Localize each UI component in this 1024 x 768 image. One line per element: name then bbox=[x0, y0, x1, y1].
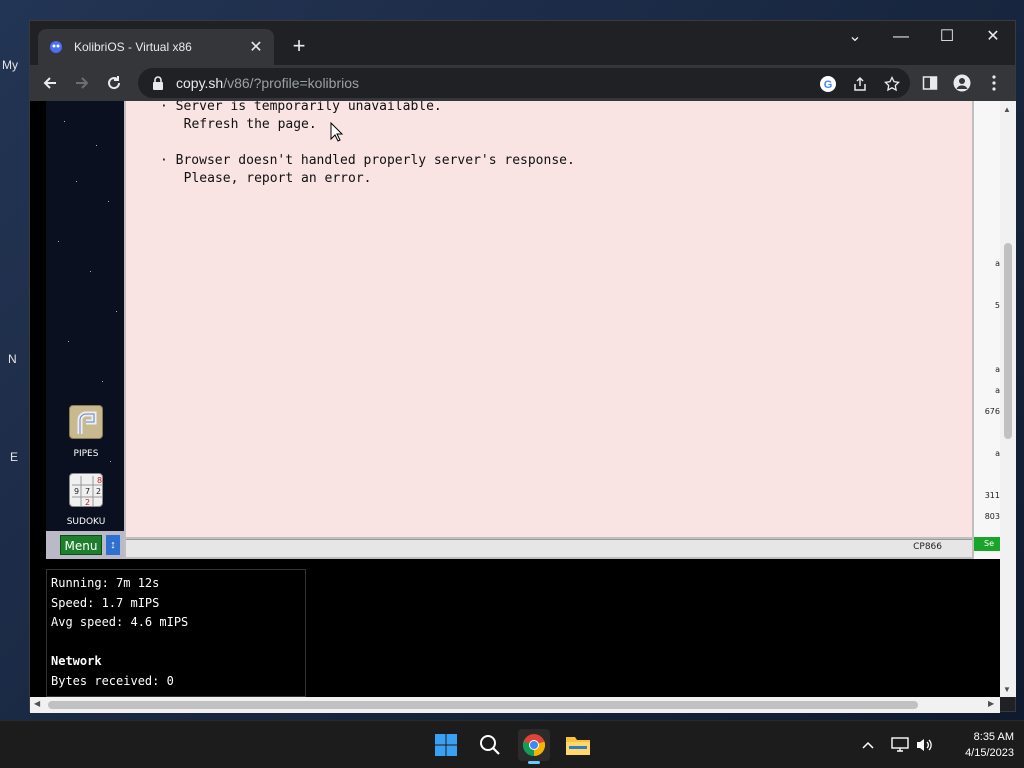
svg-text:G: G bbox=[824, 79, 833, 91]
chevron-up-icon[interactable] bbox=[858, 735, 878, 755]
encoding-label[interactable]: CP866 bbox=[913, 542, 942, 552]
kolibri-taskbar: Menu ↕ bbox=[46, 531, 124, 559]
minimize-icon[interactable]: — bbox=[886, 25, 916, 49]
emulator-screen[interactable]: PIPES 89722 SUDOKU · Server is temporari… bbox=[46, 101, 1000, 559]
emulator-info-panel: Running: 7m 12s Speed: 1.7 mIPS Avg spee… bbox=[46, 569, 306, 697]
google-icon[interactable]: G bbox=[818, 74, 838, 94]
speed-value: Speed: 1.7 mIPS bbox=[51, 595, 160, 610]
message-line: · Server is temporarily unavailable. bbox=[160, 101, 442, 114]
forward-icon[interactable] bbox=[70, 71, 94, 95]
reload-icon[interactable] bbox=[102, 71, 126, 95]
pipes-desktop-icon[interactable]: PIPES bbox=[56, 405, 116, 459]
kolibri-status-bar: CP866 bbox=[126, 539, 972, 557]
side-value: 311 bbox=[984, 491, 1000, 500]
tab-title: KolibriOS - Virtual x86 bbox=[74, 40, 192, 54]
back-icon[interactable] bbox=[38, 71, 62, 95]
lock-icon[interactable] bbox=[152, 76, 164, 90]
desktop-icon-label[interactable]: My bbox=[2, 58, 18, 72]
mouse-cursor-icon bbox=[330, 121, 344, 147]
maximize-icon[interactable]: ☐ bbox=[932, 25, 962, 49]
address-bar[interactable]: copy.sh/v86/?profile=kolibrios G bbox=[138, 68, 910, 98]
kolibri-browser-window: · Server is temporarily unavailable. Ref… bbox=[124, 101, 974, 559]
search-icon[interactable] bbox=[474, 729, 506, 761]
avg-speed-value: Avg speed: 4.6 mIPS bbox=[51, 615, 189, 629]
running-time: Running: 7m 12s bbox=[51, 576, 160, 590]
system-clock[interactable]: 8:35 AM 4/15/2023 bbox=[942, 729, 1014, 761]
message-line: Please, report an error. bbox=[168, 171, 372, 186]
browser-tab[interactable]: KolibriOS - Virtual x86 ✕ bbox=[38, 29, 274, 65]
pipes-label: PIPES bbox=[73, 449, 99, 459]
svg-text:9: 9 bbox=[74, 487, 79, 496]
message-line: · Browser doesn't handled properly serve… bbox=[160, 153, 575, 168]
network-header: Network bbox=[51, 654, 102, 668]
svg-text:7: 7 bbox=[85, 487, 90, 496]
chrome-window: KolibriOS - Virtual x86 ✕ + ⌄ — ☐ ✕ copy… bbox=[29, 20, 1016, 713]
share-icon[interactable] bbox=[850, 74, 870, 94]
sudoku-icon: 89722 bbox=[69, 473, 103, 507]
windows-taskbar: 8:35 AM 4/15/2023 bbox=[0, 720, 1024, 768]
desktop-icon-label[interactable]: N bbox=[8, 352, 17, 366]
kolibri-desktop: PIPES 89722 SUDOKU bbox=[46, 101, 124, 531]
svg-text:2: 2 bbox=[85, 498, 90, 507]
volume-icon[interactable] bbox=[914, 735, 934, 755]
sudoku-desktop-icon[interactable]: 89722 SUDOKU bbox=[56, 473, 116, 527]
sudoku-label: SUDOKU bbox=[66, 517, 106, 527]
file-explorer-icon[interactable] bbox=[562, 729, 594, 761]
side-value: 803 bbox=[984, 512, 1000, 521]
side-panel-icon[interactable] bbox=[920, 73, 940, 93]
close-icon[interactable]: ✕ bbox=[978, 25, 1008, 49]
message-line: Refresh the page. bbox=[168, 117, 317, 132]
clock-date: 4/15/2023 bbox=[965, 747, 1014, 759]
svg-text:2: 2 bbox=[96, 487, 101, 496]
profile-icon[interactable] bbox=[952, 73, 972, 93]
side-status: Se bbox=[974, 537, 1000, 551]
horizontal-scrollbar[interactable]: ◀ ▶ bbox=[30, 697, 1000, 713]
vertical-scroll-thumb[interactable] bbox=[1004, 243, 1012, 439]
url-path: /v86/?profile=kolibrios bbox=[223, 75, 360, 91]
kolibri-side-window: a 5 a a 676 a 311 803 Se bbox=[974, 101, 1000, 559]
svg-text:8: 8 bbox=[97, 476, 102, 485]
bytes-received: Bytes received: 0 bbox=[51, 673, 174, 688]
tab-search-icon[interactable]: ⌄ bbox=[840, 25, 870, 49]
horizontal-scroll-thumb[interactable] bbox=[48, 701, 918, 709]
error-page: · Server is temporarily unavailable. Ref… bbox=[126, 101, 972, 537]
tab-strip: KolibriOS - Virtual x86 ✕ + ⌄ — ☐ ✕ bbox=[30, 21, 1015, 65]
network-icon[interactable] bbox=[890, 735, 910, 755]
side-value: 676 bbox=[984, 407, 1000, 416]
new-tab-button[interactable]: + bbox=[288, 35, 310, 57]
vertical-scrollbar[interactable]: ▲ ▼ bbox=[1000, 101, 1016, 697]
kolibri-menu-button[interactable]: Menu bbox=[60, 535, 102, 555]
pipes-icon bbox=[69, 405, 103, 439]
kolibri-icon bbox=[48, 39, 64, 55]
browser-toolbar: copy.sh/v86/?profile=kolibrios G bbox=[30, 65, 1015, 101]
tab-close-icon[interactable]: ✕ bbox=[248, 37, 264, 57]
more-menu-icon[interactable] bbox=[984, 73, 1004, 93]
kolibri-tray-icon[interactable]: ↕ bbox=[106, 535, 120, 555]
desktop-icon-label[interactable]: E bbox=[10, 450, 18, 464]
url-host: copy.sh bbox=[176, 75, 224, 91]
start-icon[interactable] bbox=[430, 729, 462, 761]
clock-time: 8:35 AM bbox=[973, 731, 1014, 743]
chrome-icon[interactable] bbox=[518, 729, 550, 764]
bookmark-star-icon[interactable] bbox=[882, 74, 902, 94]
web-viewport: PIPES 89722 SUDOKU · Server is temporari… bbox=[30, 101, 1000, 697]
